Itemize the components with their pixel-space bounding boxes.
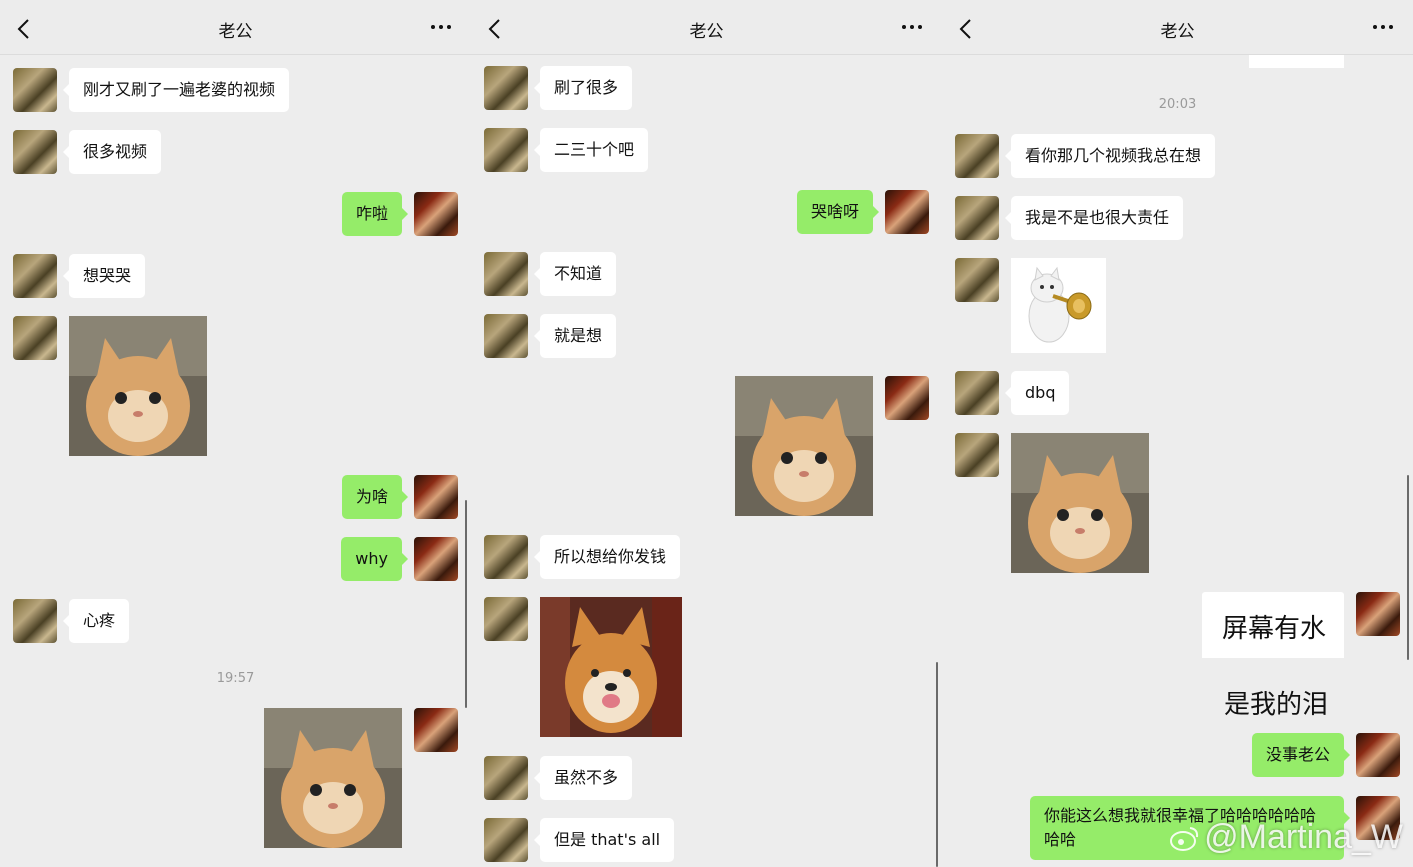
chat-panel-1: 老公 刚才又刷了一遍老婆的视频 很多视频 咋啦 想哭哭 为啥 why 心疼 19…: [0, 0, 471, 867]
husband-avatar[interactable]: [484, 66, 528, 110]
message-bubble-own[interactable]: 咋啦: [341, 192, 409, 236]
weibo-watermark: @Martina_W: [1170, 818, 1403, 857]
trumpet-cat-sticker[interactable]: [1011, 258, 1106, 353]
message-bubble[interactable]: 看你那几个视频我总在想: [1004, 134, 1216, 178]
chat-header: 老公: [942, 0, 1413, 55]
message-bubble[interactable]: 很多视频: [62, 130, 162, 174]
husband-avatar[interactable]: [13, 68, 57, 112]
chat-panel-3: 老公 20:03 看你那几个视频我总在想 我是不是也很大责任 dbq 屏幕有水 …: [942, 0, 1413, 867]
husband-avatar[interactable]: [484, 535, 528, 579]
husband-avatar[interactable]: [13, 254, 57, 298]
sad-cat-sticker[interactable]: [1011, 433, 1149, 573]
timestamp: 19:57: [216, 671, 255, 686]
chat-title: 老公: [218, 22, 253, 42]
shiba-dog-sticker[interactable]: [540, 597, 682, 737]
scrollbar[interactable]: [1407, 475, 1409, 660]
chat-panel-2: 老公 刷了很多 二三十个吧 哭啥呀 不知道 就是想 所以想给你发钱 虽然不多 但…: [471, 0, 942, 867]
sad-cat-sticker[interactable]: [264, 708, 402, 848]
message-bubble[interactable]: 二三十个吧: [533, 128, 649, 172]
more-icon[interactable]: [1371, 20, 1395, 34]
chat-title: 老公: [1160, 22, 1195, 42]
wife-avatar[interactable]: [414, 475, 458, 519]
chat-header: 老公: [0, 0, 471, 55]
sad-cat-sticker[interactable]: [735, 376, 873, 516]
sad-cat-sticker[interactable]: [69, 316, 207, 456]
message-bubble[interactable]: dbq: [1004, 371, 1070, 415]
message-bubble[interactable]: 但是 that's all: [533, 818, 675, 862]
message-bubble[interactable]: 刷了很多: [533, 66, 633, 110]
more-icon[interactable]: [429, 20, 453, 34]
husband-avatar[interactable]: [955, 196, 999, 240]
husband-avatar[interactable]: [484, 756, 528, 800]
message-bubble-own[interactable]: 没事老公: [1251, 733, 1351, 777]
watermark-text: @Martina_W: [1204, 818, 1403, 856]
message-bubble[interactable]: 所以想给你发钱: [533, 535, 681, 579]
message-bubble[interactable]: 心疼: [62, 599, 130, 643]
timestamp: 20:03: [1158, 97, 1197, 112]
scrollbar[interactable]: [465, 500, 467, 708]
husband-avatar[interactable]: [13, 316, 57, 360]
more-icon[interactable]: [900, 20, 924, 34]
wife-avatar[interactable]: [414, 537, 458, 581]
message-bubble[interactable]: 我是不是也很大责任: [1004, 196, 1184, 240]
husband-avatar[interactable]: [484, 252, 528, 296]
husband-avatar[interactable]: [484, 314, 528, 358]
chat-header: 老公: [471, 0, 942, 55]
sticker-text-line2: 是我的泪: [1224, 690, 1329, 720]
message-bubble[interactable]: 就是想: [533, 314, 617, 358]
husband-avatar[interactable]: [955, 371, 999, 415]
wife-avatar[interactable]: [414, 708, 458, 752]
husband-avatar[interactable]: [484, 818, 528, 862]
husband-avatar[interactable]: [955, 258, 999, 302]
message-bubble-own[interactable]: 哭啥呀: [796, 190, 880, 234]
scrollbar[interactable]: [936, 662, 938, 867]
wife-avatar[interactable]: [1356, 592, 1400, 636]
husband-avatar[interactable]: [484, 128, 528, 172]
message-bubble-own[interactable]: why: [341, 537, 408, 581]
message-bubble[interactable]: 虽然不多: [533, 756, 633, 800]
husband-avatar[interactable]: [13, 599, 57, 643]
weibo-logo-icon: [1170, 827, 1199, 851]
husband-avatar[interactable]: [484, 597, 528, 641]
message-bubble-own[interactable]: 为啥: [341, 475, 409, 519]
chat-title: 老公: [689, 22, 724, 42]
wife-avatar[interactable]: [885, 190, 929, 234]
sticker-text-line1: 屏幕有水: [1222, 614, 1327, 644]
message-bubble[interactable]: 不知道: [533, 252, 617, 296]
husband-avatar[interactable]: [13, 130, 57, 174]
screen-water-sticker[interactable]: 屏幕有水 是我的泪: [1202, 592, 1344, 720]
message-bubble[interactable]: 想哭哭: [62, 254, 146, 298]
wife-avatar[interactable]: [1356, 733, 1400, 777]
wife-avatar[interactable]: [885, 376, 929, 420]
husband-avatar[interactable]: [955, 433, 999, 477]
wife-avatar[interactable]: [414, 192, 458, 236]
husband-avatar[interactable]: [955, 134, 999, 178]
message-bubble[interactable]: 刚才又刷了一遍老婆的视频: [62, 68, 290, 112]
